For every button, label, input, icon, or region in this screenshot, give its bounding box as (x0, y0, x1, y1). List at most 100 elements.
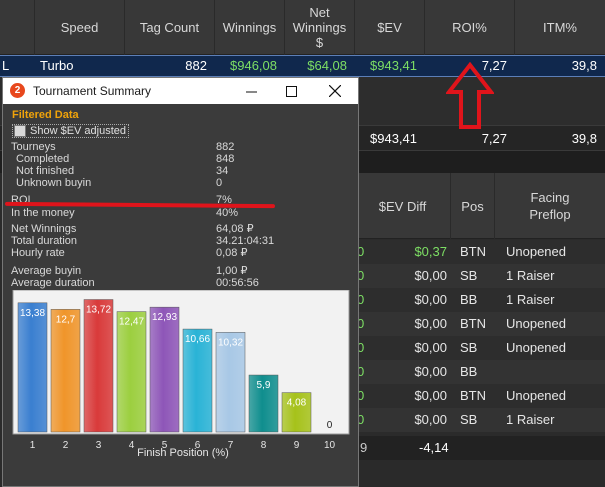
hand-row[interactable]: 0 $0,00 BTN Unopened (355, 312, 605, 336)
hand-row-sev-diff: $0,00 (414, 268, 447, 283)
maximize-button[interactable] (271, 78, 311, 104)
header-winnings[interactable]: Winnings (215, 0, 285, 55)
hands-grid-empty (355, 460, 605, 487)
dialog-title: Tournament Summary (33, 84, 152, 98)
stat-hourly-rate-label: Hourly rate (11, 247, 65, 259)
hand-row-position: BB (460, 292, 478, 307)
total-itm: 39,8 (571, 131, 597, 146)
close-button[interactable] (315, 78, 355, 104)
header-cell-blank (0, 0, 35, 55)
hand-row-facing-preflop: 1 Raiser (506, 412, 555, 427)
hand-row-sev-diff: $0,00 (414, 364, 447, 379)
hand-row[interactable]: 0 $0,00 SB Unopened (355, 336, 605, 360)
chart-bar-5 (149, 306, 180, 433)
hand-row-sev-diff: $0,00 (414, 316, 447, 331)
hand-row-sev-diff: $0,00 (414, 292, 447, 307)
red-arrow-annotation (446, 62, 494, 129)
chart-value-label: 13,72 (86, 305, 111, 316)
chart-value-label: 12,93 (152, 312, 177, 323)
header-roi[interactable]: ROI% (425, 0, 515, 55)
hand-row-facing-preflop: 1 Raiser (506, 268, 555, 283)
stat-average-buyin-label: Average buyin (11, 265, 82, 277)
stat-total-duration-label: Total duration (11, 235, 78, 247)
hand-row-facing-preflop: Unopened (506, 244, 566, 259)
row-itm: 39,8 (571, 58, 597, 73)
stat-tourneys-label: Tourneys (11, 141, 56, 153)
header-pos[interactable]: Pos (451, 173, 495, 239)
chart-bar-1 (17, 302, 48, 433)
hand-row-position: BB (460, 364, 478, 379)
hands-grid-header: $EV Diff Pos Facing Preflop (355, 173, 605, 239)
header-sev-diff[interactable]: $EV Diff (355, 173, 451, 239)
maximize-icon (285, 85, 297, 97)
chart-x-tick-label: 4 (129, 440, 135, 451)
dialog-titlebar[interactable]: 2 Tournament Summary (3, 78, 358, 104)
chart-value-label: 13,38 (20, 308, 45, 319)
row-speed: Turbo (40, 58, 74, 73)
hand-row[interactable]: 0 $0,00 SB 1 Raiser (355, 408, 605, 432)
chart-value-label: 10,66 (185, 334, 210, 345)
show-sev-adjusted-toggle[interactable]: Show $EV adjusted (12, 124, 130, 138)
total-roi: 7,27 (481, 131, 507, 146)
minimize-button[interactable] (231, 78, 271, 104)
chart-bar-4 (116, 311, 147, 433)
chart-bar-3 (83, 299, 114, 433)
finish-position-chart-svg: 13,38 12,7 13,72 12,47 12,93 10,66 10,32 5,9 4,0… (12, 290, 350, 459)
row-sev: $943,41 (370, 58, 417, 73)
stat-average-duration-label: Average duration (11, 277, 95, 289)
stat-unknown-buyin-label: Unknown buyin (16, 177, 92, 189)
header-sev[interactable]: $EV (355, 0, 425, 55)
row-prefix: L (2, 58, 10, 73)
chart-x-tick-label: 8 (261, 440, 267, 451)
chart-value-label: 12,7 (56, 314, 76, 325)
finish-position-chart: 13,38 12,7 13,72 12,47 12,93 10,66 10,32 5,9 4,0… (11, 290, 351, 460)
hand-row-sev-diff: $0,00 (414, 340, 447, 355)
stat-net-winnings-label: Net Winnings (11, 223, 77, 235)
background-grid-header: Speed Tag Count Winnings Net Winnings $ … (0, 0, 605, 55)
header-speed[interactable]: Speed (35, 0, 125, 55)
header-facing-preflop[interactable]: Facing Preflop (495, 173, 605, 239)
row-net-winnings: $64,08 (307, 58, 347, 73)
hand-row[interactable]: 0 $0,37 BTN Unopened (355, 240, 605, 264)
header-tag-count[interactable]: Tag Count (125, 0, 215, 55)
chart-value-label: 4,08 (287, 398, 307, 409)
total-left: 9 (360, 440, 368, 455)
stat-not-finished-value: 34 (216, 165, 229, 177)
chart-value-label: 5,9 (257, 380, 271, 391)
hand-row-position: BTN (460, 388, 486, 403)
chart-value-label: 0 (327, 420, 333, 431)
row-winnings: $946,08 (230, 58, 277, 73)
selected-table-row[interactable]: L Turbo 882 $946,08 $64,08 $943,41 7,27 … (0, 55, 605, 77)
total-sev-diff: -4,14 (419, 440, 449, 455)
hand-row[interactable]: 0 $0,00 BB (355, 360, 605, 384)
chart-x-tick-label: 1 (30, 440, 36, 451)
stat-hourly-rate-value: 0,08 ₽ (216, 247, 248, 259)
hand-row-facing-preflop: 1 Raiser (506, 292, 555, 307)
minimize-icon (245, 91, 257, 92)
hand-row-sev-diff: $0,00 (414, 388, 447, 403)
show-sev-checkbox[interactable] (14, 125, 26, 137)
chart-x-tick-label: 10 (324, 440, 336, 451)
hand-row-facing-preflop: Unopened (506, 340, 566, 355)
header-itm[interactable]: ITM% (515, 0, 605, 55)
header-net-winnings[interactable]: Net Winnings $ (285, 0, 355, 55)
hand-row-position: BTN (460, 316, 486, 331)
stat-completed-value: 848 (216, 153, 235, 165)
chart-value-label: 10,32 (218, 337, 243, 348)
hand-row[interactable]: 0 $0,00 BTN Unopened (355, 384, 605, 408)
close-icon (329, 85, 341, 97)
hand-row[interactable]: 0 $0,00 SB 1 Raiser (355, 264, 605, 288)
stat-unknown-buyin-value: 0 (216, 177, 223, 189)
tournament-summary-dialog: 2 Tournament Summary Filtered Data Show … (2, 77, 359, 487)
hand-row-sev-diff: $0,00 (414, 412, 447, 427)
stat-average-buyin-value: 1,00 ₽ (216, 265, 248, 277)
chart-x-tick-label: 2 (63, 440, 69, 451)
hand-row-facing-preflop: Unopened (506, 316, 566, 331)
stat-average-duration-value: 00:56:56 (216, 277, 259, 289)
row-tag-count: 882 (185, 58, 207, 73)
chart-bar-2 (50, 309, 81, 433)
hand-row-position: BTN (460, 244, 486, 259)
chart-x-tick-label: 3 (96, 440, 102, 451)
hand-row[interactable]: 0 $0,00 BB 1 Raiser (355, 288, 605, 312)
filtered-data-label: Filtered Data (12, 109, 79, 121)
